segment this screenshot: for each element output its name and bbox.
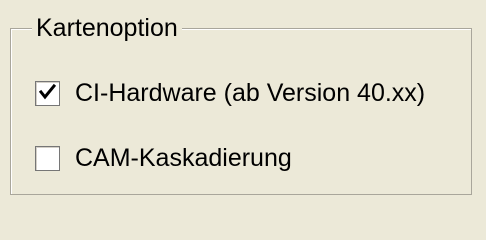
ci-hardware-checkbox[interactable] [35, 80, 60, 106]
check-icon [39, 83, 56, 99]
cam-cascading-checkbox[interactable] [35, 145, 60, 171]
cam-cascading-label: CAM-Kaskadierung [75, 144, 292, 172]
ci-hardware-option[interactable]: CI-Hardware (ab Version 40.xx) [35, 78, 425, 108]
cam-cascading-option[interactable]: CAM-Kaskadierung [35, 143, 292, 173]
group-title: Kartenoption [32, 13, 182, 43]
ci-hardware-label: CI-Hardware (ab Version 40.xx) [75, 79, 426, 107]
